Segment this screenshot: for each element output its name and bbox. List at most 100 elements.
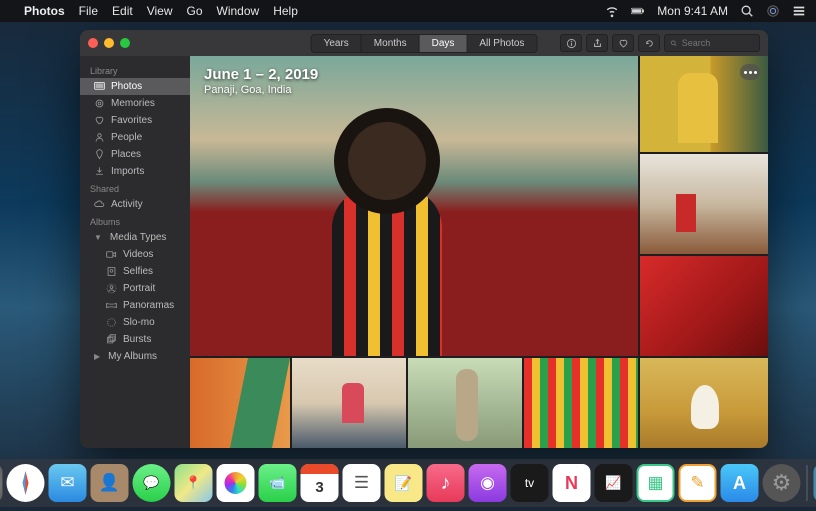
dock-app-maps[interactable] <box>175 464 213 502</box>
slomo-icon <box>106 317 117 328</box>
memories-icon <box>94 98 105 109</box>
sidebar-item-my-albums[interactable]: ▶My Albums <box>80 348 190 365</box>
battery-icon[interactable] <box>631 4 645 18</box>
pin-icon <box>94 149 105 160</box>
menu-edit[interactable]: Edit <box>112 4 133 18</box>
heart-icon <box>94 115 105 126</box>
dock-app-messages[interactable] <box>133 464 171 502</box>
menu-file[interactable]: File <box>79 4 98 18</box>
dock-app-system-preferences[interactable] <box>763 464 801 502</box>
sidebar-item-activity[interactable]: Activity <box>80 196 190 213</box>
sidebar-item-videos[interactable]: Videos <box>80 246 190 263</box>
search-icon <box>670 39 678 48</box>
sidebar-header-library: Library <box>80 62 190 78</box>
cloud-icon <box>94 199 105 210</box>
photos-window: Years Months Days All Photos Library Pho… <box>80 30 768 448</box>
sidebar-item-people[interactable]: People <box>80 129 190 146</box>
clock[interactable]: Mon 9:41 AM <box>657 4 728 18</box>
photo-grid: June 1 – 2, 2019 Panaji, Goa, India <box>190 56 768 448</box>
burst-icon <box>106 334 117 345</box>
sidebar-header-shared: Shared <box>80 180 190 196</box>
sidebar: Library Photos Memories Favorites People… <box>80 56 190 448</box>
disclosure-triangle-icon: ▼ <box>94 233 102 242</box>
portrait-icon <box>106 283 117 294</box>
notification-center-icon[interactable] <box>792 4 806 18</box>
dock: 3 <box>0 459 816 507</box>
menu-go[interactable]: Go <box>187 4 203 18</box>
person-icon <box>94 132 105 143</box>
rotate-button[interactable] <box>638 34 660 52</box>
search-field[interactable] <box>664 34 760 52</box>
dock-app-appstore[interactable] <box>721 464 759 502</box>
sidebar-item-media-types[interactable]: ▼Media Types <box>80 229 190 246</box>
dock-app-music[interactable] <box>427 464 465 502</box>
dock-separator <box>807 465 808 501</box>
fullscreen-button[interactable] <box>120 38 130 48</box>
photo-thumbnail[interactable] <box>292 358 406 448</box>
close-button[interactable] <box>88 38 98 48</box>
photo-thumbnail[interactable] <box>524 358 638 448</box>
minimize-button[interactable] <box>104 38 114 48</box>
titlebar: Years Months Days All Photos <box>80 30 768 56</box>
photos-icon <box>94 81 105 92</box>
day-header: June 1 – 2, 2019 Panaji, Goa, India <box>204 66 318 96</box>
sidebar-item-memories[interactable]: Memories <box>80 95 190 112</box>
search-input[interactable] <box>682 38 754 48</box>
video-icon <box>106 249 117 260</box>
photo-thumbnail[interactable] <box>640 256 768 356</box>
location-label: Panaji, Goa, India <box>204 84 318 96</box>
sidebar-item-photos[interactable]: Photos <box>80 78 190 95</box>
sidebar-item-favorites[interactable]: Favorites <box>80 112 190 129</box>
spotlight-icon[interactable] <box>740 4 754 18</box>
sidebar-item-imports[interactable]: Imports <box>80 163 190 180</box>
photo-thumbnail[interactable] <box>640 154 768 254</box>
menubar: Photos File Edit View Go Window Help Mon… <box>0 0 816 22</box>
sidebar-header-albums: Albums <box>80 213 190 229</box>
dock-app-podcasts[interactable] <box>469 464 507 502</box>
wifi-icon[interactable] <box>605 4 619 18</box>
segment-all-photos[interactable]: All Photos <box>467 35 536 52</box>
sidebar-item-bursts[interactable]: Bursts <box>80 331 190 348</box>
dock-app-contacts[interactable] <box>91 464 129 502</box>
dock-app-news[interactable] <box>553 464 591 502</box>
more-button[interactable] <box>740 64 760 80</box>
dock-app-mail[interactable] <box>49 464 87 502</box>
siri-icon[interactable] <box>766 4 780 18</box>
import-icon <box>94 166 105 177</box>
dock-app-calendar[interactable]: 3 <box>301 464 339 502</box>
app-menu[interactable]: Photos <box>24 4 65 18</box>
dock-app-launchpad[interactable] <box>0 464 3 502</box>
date-label: June 1 – 2, 2019 <box>204 66 318 83</box>
dock-app-notes[interactable] <box>385 464 423 502</box>
menu-help[interactable]: Help <box>273 4 298 18</box>
segment-days[interactable]: Days <box>420 35 468 52</box>
share-button[interactable] <box>586 34 608 52</box>
photo-thumbnail[interactable] <box>640 358 768 448</box>
dock-app-tv[interactable] <box>511 464 549 502</box>
photo-thumbnail[interactable] <box>408 358 522 448</box>
dock-app-reminders[interactable] <box>343 464 381 502</box>
dock-app-pages[interactable] <box>679 464 717 502</box>
info-button[interactable] <box>560 34 582 52</box>
sidebar-item-portrait[interactable]: Portrait <box>80 280 190 297</box>
photo-thumbnail[interactable] <box>190 56 638 356</box>
sidebar-item-panoramas[interactable]: Panoramas <box>80 297 190 314</box>
photo-thumbnail[interactable] <box>190 358 290 448</box>
dock-app-numbers[interactable] <box>637 464 675 502</box>
sidebar-item-slo-mo[interactable]: Slo-mo <box>80 314 190 331</box>
segment-months[interactable]: Months <box>362 35 420 52</box>
sidebar-item-selfies[interactable]: Selfies <box>80 263 190 280</box>
dock-app-photos[interactable] <box>217 464 255 502</box>
disclosure-triangle-icon: ▶ <box>94 352 100 361</box>
dock-app-stocks[interactable] <box>595 464 633 502</box>
selfie-icon <box>106 266 117 277</box>
panorama-icon <box>106 300 117 311</box>
menu-window[interactable]: Window <box>217 4 260 18</box>
sidebar-item-places[interactable]: Places <box>80 146 190 163</box>
menu-view[interactable]: View <box>147 4 173 18</box>
dock-app-facetime[interactable] <box>259 464 297 502</box>
view-segmented-control: Years Months Days All Photos <box>311 34 538 53</box>
dock-app-safari[interactable] <box>7 464 45 502</box>
favorite-button[interactable] <box>612 34 634 52</box>
segment-years[interactable]: Years <box>312 35 362 52</box>
